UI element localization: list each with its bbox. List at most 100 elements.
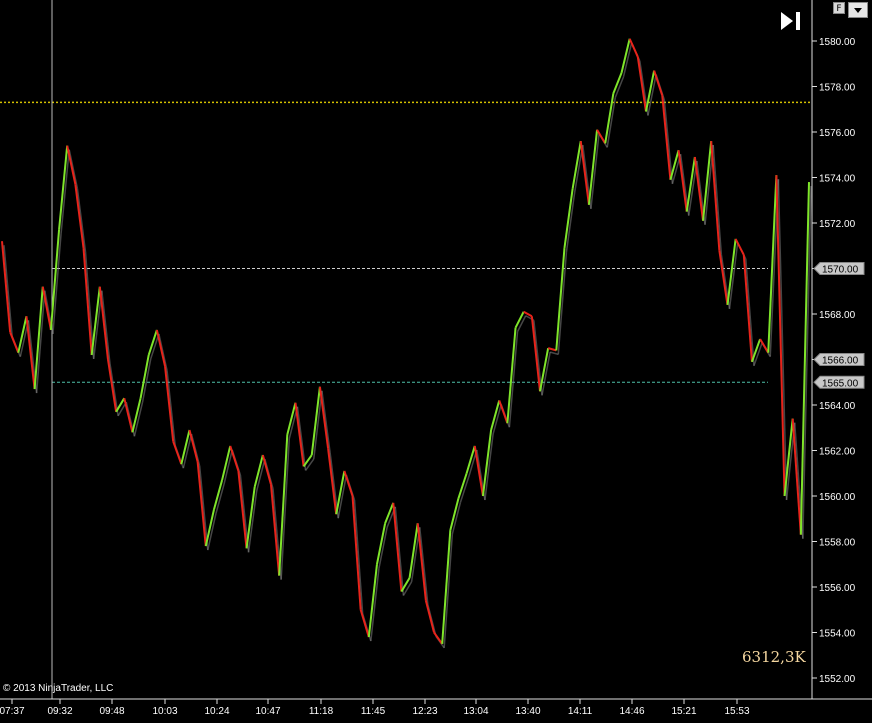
- x-tick-label: 11:18: [309, 706, 334, 717]
- price-segment-down: [677, 150, 688, 212]
- y-tick-label: 1552.00: [819, 674, 856, 685]
- x-tick-label: 07:37: [0, 706, 25, 717]
- price-segment-down: [775, 175, 786, 497]
- price-shadow-segment: [549, 351, 559, 356]
- price-shadow-segment: [745, 258, 755, 366]
- chart-reference-lines: [0, 0, 812, 699]
- y-tick-label: 1564.00: [819, 401, 856, 412]
- x-tick-label: 09:32: [47, 706, 72, 717]
- x-tick-label: 13:40: [515, 706, 540, 717]
- price-shadow-segment: [353, 499, 364, 614]
- price-segment-down: [155, 329, 167, 367]
- y-tick-label: 1576.00: [819, 128, 856, 139]
- price-shadow-segment: [101, 290, 111, 364]
- volume-readout: 6312,3K: [742, 648, 806, 666]
- price-shadow-segment: [712, 145, 723, 255]
- price-segment-down: [229, 445, 240, 472]
- chart-options-dropdown[interactable]: [848, 2, 868, 18]
- y-tick-label: 1574.00: [819, 174, 856, 185]
- price-segment-down: [547, 347, 557, 352]
- price-shadow-segment: [109, 363, 119, 416]
- price-segment-down: [294, 402, 305, 467]
- y-tick-label: 1556.00: [819, 583, 856, 594]
- price-segment-down: [498, 400, 509, 424]
- price-shadow-segment: [76, 188, 87, 253]
- x-tick-label: 10:03: [152, 706, 177, 717]
- price-shadow-segment: [296, 406, 307, 471]
- y-tick-label: 1568.00: [819, 310, 856, 321]
- price-segment-down: [661, 95, 672, 180]
- price-level-tag[interactable]: 1570.00: [813, 262, 865, 276]
- price-shadow-segment: [166, 370, 176, 446]
- chart-format-button[interactable]: F: [833, 2, 845, 14]
- x-tick-label: 10:24: [204, 706, 229, 717]
- price-segment-up: [115, 397, 126, 413]
- price-shadow-segment: [158, 333, 168, 371]
- price-segment-down: [98, 286, 109, 360]
- x-tick-label: 09:48: [99, 706, 124, 717]
- y-tick-label: 1560.00: [819, 492, 856, 503]
- price-shadow-segment: [516, 315, 527, 332]
- price-shadow-segment: [68, 149, 79, 189]
- price-segment-down: [351, 495, 362, 610]
- price-level-tag[interactable]: 1566.00: [813, 353, 865, 367]
- price-segment-up: [799, 182, 810, 535]
- x-tick-label: 10:47: [255, 706, 280, 717]
- price-segment-down: [9, 331, 20, 354]
- y-tick-label: 1578.00: [819, 83, 856, 94]
- price-level-tag-label: 1570.00: [822, 265, 859, 276]
- price-segment-down: [636, 56, 647, 112]
- price-segment-down: [653, 70, 664, 96]
- price-shadow-segment: [198, 465, 209, 551]
- price-segment-down: [742, 254, 753, 362]
- copyright-text: © 2013 NinjaTrader, LLC: [3, 683, 114, 694]
- price-series: [1, 38, 812, 649]
- price-segment-down: [164, 366, 175, 442]
- price-shadow-segment: [394, 506, 405, 596]
- price-segment-down: [424, 600, 435, 633]
- price-level-tag-label: 1565.00: [822, 378, 859, 389]
- price-segment-down: [1, 241, 12, 333]
- price-segment-down: [416, 523, 427, 601]
- price-shadow-segment: [402, 581, 413, 596]
- y-tick-label: 1562.00: [819, 447, 856, 458]
- price-segment-down: [530, 316, 541, 392]
- price-segment-down: [123, 397, 134, 433]
- x-tick-label: 14:11: [568, 706, 593, 717]
- x-tick-label: 13:04: [463, 706, 488, 717]
- price-segment-down: [74, 184, 85, 249]
- y-tick-label: 1554.00: [819, 629, 856, 640]
- price-segment-down: [433, 631, 443, 645]
- x-tick-label: 15:53: [724, 706, 749, 717]
- price-segment-down: [523, 310, 533, 318]
- price-shadow-segment: [3, 245, 13, 337]
- price-segment-up: [514, 311, 525, 329]
- y-tick-label: 1580.00: [819, 37, 856, 48]
- y-tick-label: 1572.00: [819, 219, 856, 230]
- price-shadow-segment: [663, 99, 674, 184]
- price-segment-down: [172, 441, 183, 465]
- price-segment-down: [718, 250, 729, 306]
- x-tick-label: 11:45: [361, 706, 386, 717]
- y-tick-label: 1558.00: [819, 538, 856, 549]
- price-segment-down: [196, 461, 207, 547]
- price-segment-down: [261, 454, 272, 485]
- price-segment-down: [318, 386, 330, 449]
- price-shadow-segment: [321, 390, 331, 453]
- axes: 1580.00 1578.00 1576.00 1574.00 1572.00 1570.…: [0, 0, 872, 717]
- price-segment-down: [237, 470, 248, 549]
- price-segment-down: [579, 140, 590, 205]
- price-segment-down: [106, 359, 118, 412]
- scroll-to-end-icon[interactable]: [778, 8, 804, 34]
- price-chart[interactable]: 1580.00 1578.00 1576.00 1574.00 1572.00 1570.…: [0, 0, 872, 723]
- price-segment-down: [710, 141, 721, 251]
- price-segment-down: [327, 448, 338, 515]
- price-segment-down: [343, 470, 354, 497]
- x-tick-label: 14:46: [619, 706, 644, 717]
- price-level-tag-label: 1566.00: [822, 356, 859, 367]
- price-segment-down: [270, 484, 281, 576]
- x-tick-label: 12:23: [412, 706, 437, 717]
- price-segment-down: [82, 247, 93, 356]
- price-level-tag[interactable]: 1565.00: [813, 375, 865, 389]
- price-segment-down: [693, 156, 705, 221]
